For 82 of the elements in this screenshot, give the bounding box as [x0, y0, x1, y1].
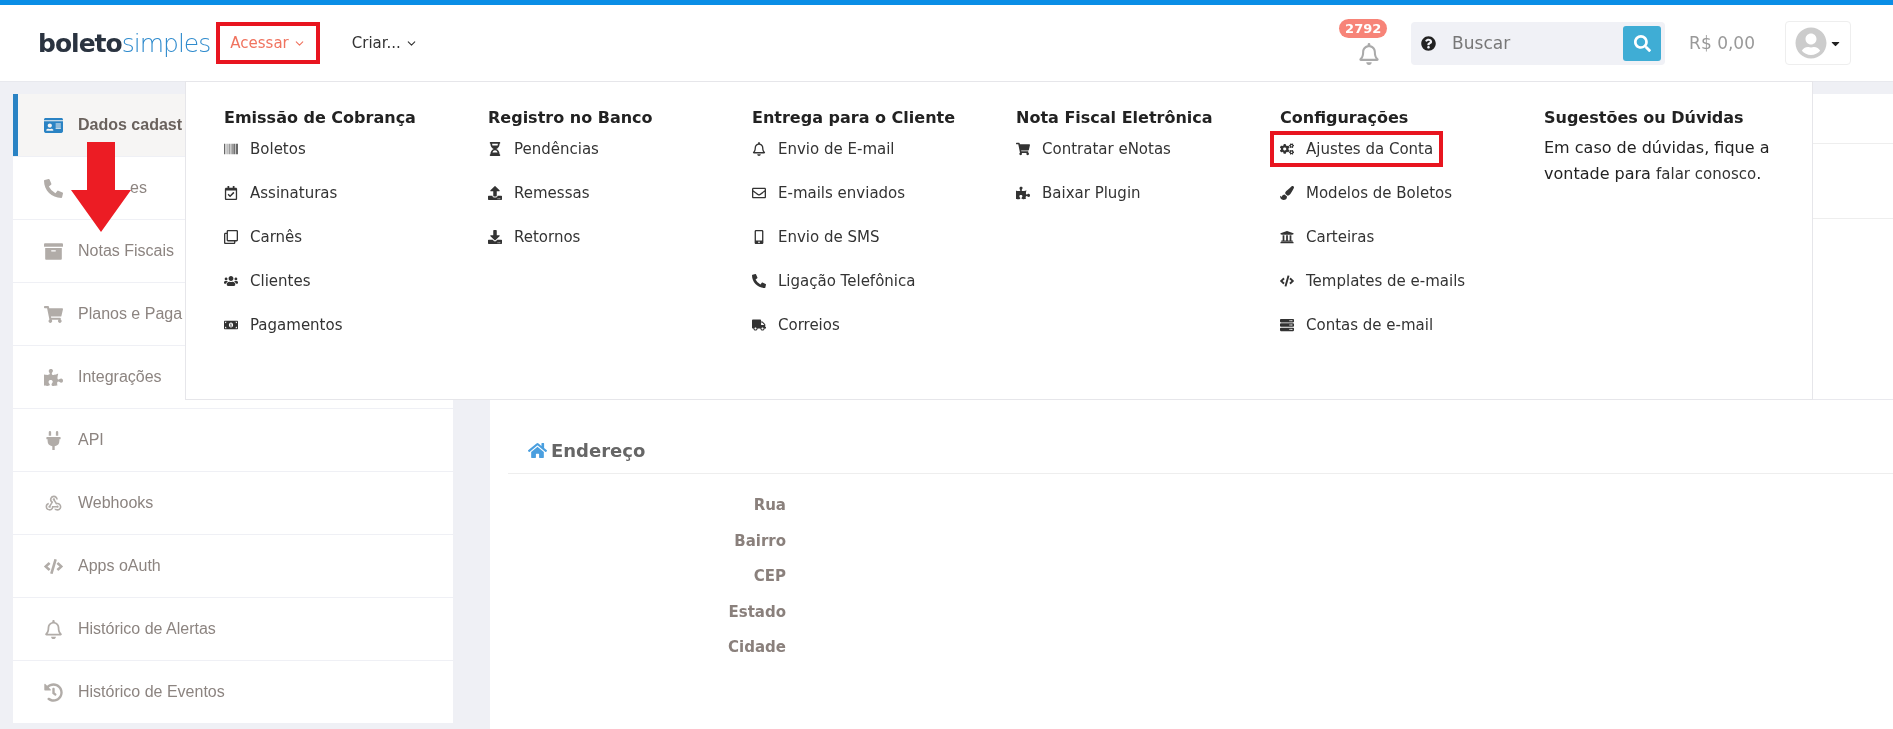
download-icon — [488, 230, 502, 244]
avatar-icon — [1794, 27, 1827, 59]
menu-item[interactable]: Remessas — [478, 175, 600, 211]
menu-item[interactable]: Ligação Telefônica — [742, 263, 926, 299]
brush-icon — [1280, 186, 1294, 200]
menu-item[interactable]: E-mails enviados — [742, 175, 916, 211]
menu-item[interactable]: Boletos — [214, 131, 316, 167]
menu-item[interactable]: Correios — [742, 307, 850, 343]
menu-item[interactable]: Carteiras — [1270, 219, 1385, 255]
nav-menu-link[interactable]: Criar... — [337, 22, 432, 64]
bank-icon — [1280, 230, 1294, 244]
cart-icon — [1016, 142, 1030, 156]
money-icon — [224, 318, 238, 332]
bell-icon[interactable] — [1358, 43, 1381, 65]
envelope-icon — [752, 186, 766, 200]
menu-heading: Registro no Banco — [488, 108, 653, 127]
webhook-icon — [43, 493, 63, 513]
sidebar-item[interactable]: Apps oAuth — [13, 535, 453, 597]
contact-link[interactable]: falar conosco — [1656, 164, 1757, 183]
phone-icon — [752, 274, 766, 288]
field-label: Rua — [752, 495, 786, 516]
menu-item[interactable]: Pagamentos — [214, 307, 353, 343]
menu-item[interactable]: Envio de SMS — [742, 219, 890, 255]
puzzle-icon — [1016, 186, 1030, 200]
menu-item[interactable]: Contratar eNotas — [1006, 131, 1181, 167]
copy-icon — [224, 230, 238, 244]
field-label: Bairro — [733, 530, 786, 552]
id-card-icon — [43, 115, 63, 135]
archive-icon — [43, 241, 63, 261]
menu-item[interactable]: Contas de e-mail — [1270, 307, 1444, 343]
menu-heading: Entrega para o Cliente — [752, 108, 956, 127]
field-label: Estado — [727, 601, 786, 623]
truck-icon — [752, 318, 766, 332]
code-icon — [43, 556, 63, 576]
help-text: Em caso de dúvidas, fique a vontade para falar conosco. — [1544, 137, 1771, 185]
server-icon — [1280, 318, 1294, 332]
menu-item[interactable]: Carnês — [214, 219, 313, 255]
menu-item[interactable]: Baixar Plugin — [1006, 175, 1151, 211]
sidebar-item[interactable]: API — [13, 409, 453, 471]
field-label: CEP — [752, 566, 786, 587]
menu-item[interactable]: Assinaturas — [214, 175, 348, 211]
menu-item[interactable]: Ajustes da Conta — [1270, 131, 1444, 167]
history-icon — [43, 682, 63, 702]
menu-item[interactable]: Modelos de Boletos — [1270, 175, 1463, 211]
menu-heading: Nota Fiscal Eletrônica — [1016, 108, 1213, 127]
users-icon — [224, 274, 238, 288]
search-field[interactable]: Buscar — [1411, 21, 1666, 65]
search-button[interactable] — [1623, 25, 1662, 61]
phone-icon — [43, 178, 63, 198]
notification-count: 2792 — [1339, 19, 1388, 38]
menu-item[interactable]: Retornos — [478, 219, 591, 255]
menu-heading: Configurações — [1280, 108, 1409, 127]
sidebar-item[interactable]: Histórico de Alertas — [13, 598, 453, 660]
home-icon — [528, 441, 547, 460]
sidebar-item[interactable]: Webhooks — [13, 472, 453, 534]
menu-item[interactable]: Clientes — [214, 263, 321, 299]
field-label: Cidade — [727, 637, 786, 658]
upload-icon — [488, 186, 502, 200]
menu-heading: Sugestões ou Dúvidas — [1544, 108, 1744, 127]
menu-item[interactable]: Templates de e-mails — [1270, 263, 1476, 299]
plug-icon — [43, 430, 63, 450]
search-input[interactable]: Buscar — [1450, 32, 1610, 54]
menu-heading: Emissão de Cobrança — [224, 108, 416, 127]
mobile-icon — [752, 230, 766, 244]
menu-item[interactable]: Pendências — [478, 131, 609, 167]
logo[interactable]: boletosimples — [38, 28, 211, 58]
search-icon — [1633, 34, 1651, 52]
cart-icon — [43, 304, 63, 324]
sidebar-item[interactable]: Histórico de Eventos — [13, 661, 453, 723]
hourglass-icon — [488, 142, 502, 156]
bell-icon — [43, 619, 63, 639]
barcode-icon — [224, 142, 238, 156]
code-icon — [1280, 274, 1294, 288]
puzzle-icon — [43, 367, 63, 387]
section-title: Endereço — [551, 440, 646, 461]
menu-item[interactable]: Envio de E-mail — [742, 131, 905, 167]
help-icon[interactable] — [1421, 35, 1437, 51]
avatar-button[interactable] — [1785, 21, 1851, 65]
calendar-check-icon — [224, 186, 238, 200]
balance: R$ 0,00 — [1689, 33, 1755, 53]
bell-icon — [752, 142, 766, 156]
gears-icon — [1280, 142, 1294, 156]
